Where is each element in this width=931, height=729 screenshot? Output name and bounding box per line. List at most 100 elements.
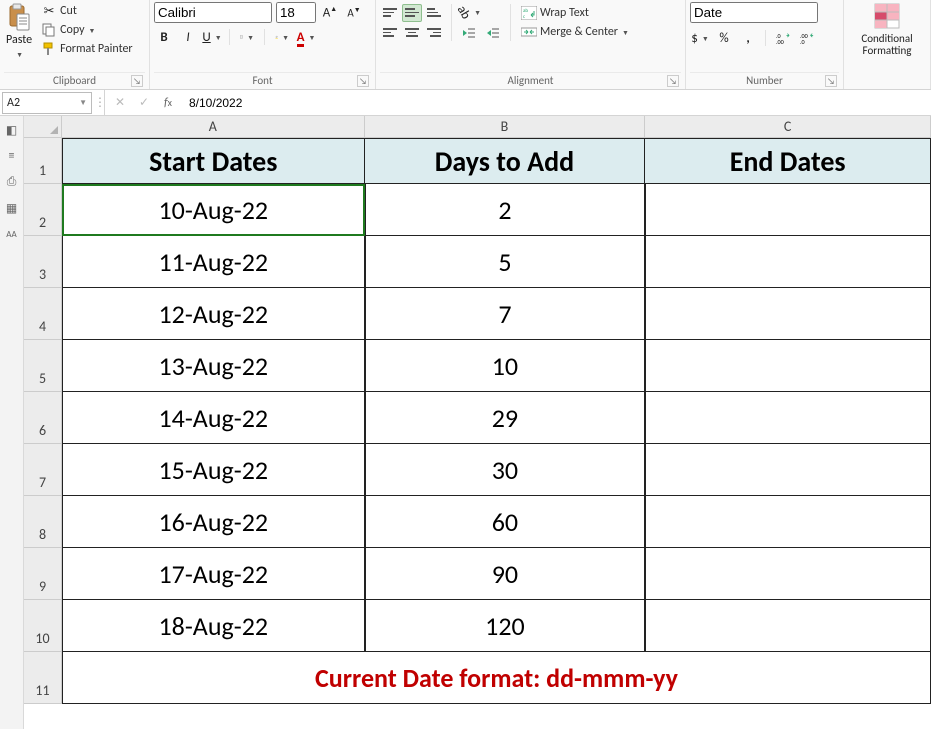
fx-button[interactable]: fx [159,94,177,112]
merge-center-button[interactable]: Merge & Center ▼ [518,23,632,41]
accounting-format-button[interactable]: $▼ [690,28,710,48]
cell[interactable]: 60 [365,496,646,548]
cell[interactable] [645,288,931,340]
comma-format-button[interactable]: , [738,28,758,48]
cell-merged-note[interactable]: Current Date format: dd-mmm-yy [62,652,931,704]
decrease-decimal-button[interactable]: .00.0 [797,28,817,48]
conditional-formatting-button[interactable]: Conditional Formatting [848,2,926,57]
column-header[interactable]: B [365,116,646,138]
row-header[interactable]: 5 [24,340,62,392]
align-left-button[interactable] [380,24,400,42]
sidebar-icon[interactable]: ≡ [4,148,20,164]
dialog-launcher-icon[interactable]: ↘ [667,75,679,87]
cell[interactable]: 16-Aug-22 [62,496,365,548]
cell[interactable] [645,548,931,600]
borders-button[interactable]: ▼ [237,27,257,47]
cell[interactable]: 120 [365,600,646,652]
cell[interactable]: 13-Aug-22 [62,340,365,392]
row-header[interactable]: 4 [24,288,62,340]
cell[interactable]: Start Dates [62,138,365,184]
row-header[interactable]: 3 [24,236,62,288]
font-name-input[interactable] [154,2,272,23]
cell-selected[interactable]: 10-Aug-22 [62,184,365,236]
cut-button[interactable]: ✂ Cut [38,2,136,20]
row-header[interactable]: 7 [24,444,62,496]
cell[interactable]: 5 [365,236,646,288]
cell[interactable]: 18-Aug-22 [62,600,365,652]
italic-button[interactable]: I [178,27,198,47]
select-all-corner[interactable] [24,116,62,138]
orientation-button[interactable]: ab▼ [459,2,479,22]
wrap-text-label: Wrap Text [540,6,589,20]
decrease-font-button[interactable]: A▼ [344,3,364,23]
cell[interactable] [645,444,931,496]
decrease-indent-button[interactable] [459,23,479,43]
cell[interactable]: 7 [365,288,646,340]
sidebar-icon[interactable]: AA [4,226,20,242]
row-header[interactable]: 1 [24,138,62,184]
row-header[interactable]: 8 [24,496,62,548]
align-bottom-button[interactable] [424,4,444,22]
cell[interactable] [645,340,931,392]
increase-decimal-button[interactable]: .0.00 [773,28,793,48]
cell[interactable]: 11-Aug-22 [62,236,365,288]
align-top-button[interactable] [380,4,400,22]
underline-button[interactable]: U▼ [202,27,222,47]
font-color-button[interactable]: A ▼ [296,27,316,47]
cell[interactable]: 15-Aug-22 [62,444,365,496]
cell[interactable]: 10 [365,340,646,392]
row-header[interactable]: 10 [24,600,62,652]
align-right-button[interactable] [424,24,444,42]
formula-input[interactable] [183,90,931,115]
alignment-grid [380,4,444,42]
cell[interactable]: 90 [365,548,646,600]
row-header[interactable]: 2 [24,184,62,236]
column-header[interactable]: C [645,116,931,138]
row-header[interactable]: 6 [24,392,62,444]
copy-button[interactable]: Copy ▼ [38,21,136,39]
sidebar-icon[interactable]: ⎙ [4,174,20,190]
cell[interactable]: Days to Add [365,138,646,184]
cell[interactable]: 14-Aug-22 [62,392,365,444]
conditional-formatting-label: Conditional Formatting [861,33,912,57]
cell[interactable] [645,600,931,652]
format-painter-button[interactable]: Format Painter [38,40,136,58]
percent-format-button[interactable]: % [714,28,734,48]
cell[interactable]: 30 [365,444,646,496]
dialog-launcher-icon[interactable]: ↘ [825,75,837,87]
row-header[interactable]: 9 [24,548,62,600]
increase-font-button[interactable]: A▲ [320,3,340,23]
bold-button[interactable]: B [154,27,174,47]
increase-indent-button[interactable] [483,23,503,43]
cell[interactable] [645,236,931,288]
align-center-button[interactable] [402,24,422,42]
cancel-formula-button[interactable]: ✕ [111,94,129,112]
cell[interactable]: 17-Aug-22 [62,548,365,600]
group-styles: Conditional Formatting [844,0,931,89]
cell[interactable]: 12-Aug-22 [62,288,365,340]
dialog-launcher-icon[interactable]: ↘ [131,75,143,87]
wrap-text-button[interactable]: abc Wrap Text [518,4,632,22]
fill-color-button[interactable]: ▼ [272,27,292,47]
sidebar-icon[interactable]: ◧ [4,122,20,138]
number-format-select[interactable] [690,2,818,23]
cell[interactable]: 29 [365,392,646,444]
cell[interactable] [645,392,931,444]
align-middle-button[interactable] [402,4,422,22]
row-header[interactable]: 11 [24,652,62,704]
cell[interactable]: 2 [365,184,646,236]
sidebar-icon[interactable]: ▦ [4,200,20,216]
merge-label: Merge & Center [540,25,618,39]
column-header[interactable]: A [62,116,365,138]
font-size-input[interactable] [276,2,316,23]
name-box[interactable]: A2 ▼ [2,92,92,114]
chevron-down-icon: ▼ [79,98,87,108]
cell[interactable] [645,184,931,236]
paste-button[interactable]: Paste ▼ [4,2,34,59]
enter-formula-button[interactable]: ✓ [135,94,153,112]
drag-handle-icon[interactable]: ⋮ [94,95,104,110]
cell[interactable]: End Dates [645,138,931,184]
cell[interactable] [645,496,931,548]
indent-icon [486,26,500,40]
dialog-launcher-icon[interactable]: ↘ [357,75,369,87]
